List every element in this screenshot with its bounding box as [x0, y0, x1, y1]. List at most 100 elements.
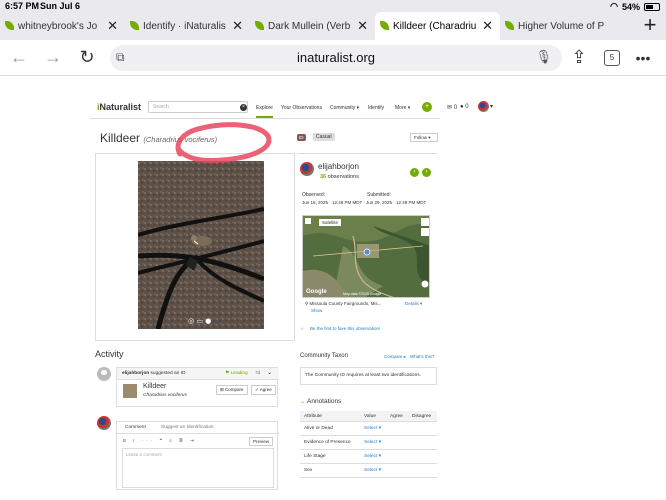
identification-menu-icon[interactable]: ⌄	[267, 369, 272, 376]
microphone-icon[interactable]: 🎙	[535, 49, 552, 65]
battery-percent: 54%	[621, 1, 640, 12]
annotations-heading[interactable]: Annotations	[307, 398, 341, 405]
fave-link[interactable]: Be the first to fave this observation!	[310, 326, 380, 331]
reload-icon[interactable]: ↻	[76, 47, 98, 68]
comment-textarea[interactable]: Leave a comment	[122, 448, 274, 488]
star-icon[interactable]: ☆	[300, 326, 304, 332]
nav-your-observations[interactable]: Your Observations	[281, 105, 322, 111]
annotation-row: Evidence of Presence Select ▾	[300, 436, 437, 450]
leading-label: Leading	[230, 371, 248, 376]
nav-more[interactable]: More ▾	[395, 105, 410, 111]
messages-icon[interactable]: ✉ 0	[447, 104, 457, 111]
inat-leaf-icon	[255, 21, 264, 30]
satellite-map-art	[303, 216, 429, 297]
battery-fill	[646, 4, 653, 9]
annotation-select[interactable]: Select ▾	[364, 454, 381, 459]
battery-icon	[644, 2, 660, 11]
forward-arrow-icon[interactable]: →	[42, 47, 64, 68]
taxon-common-name: Killdeer	[100, 131, 141, 145]
share-icon[interactable]: ⇪	[568, 47, 590, 68]
identification-taxon-common[interactable]: Killdeer	[143, 383, 166, 390]
identification-age: 7d	[255, 371, 261, 376]
address-bar[interactable]: ⧉ inaturalist.org 🎙	[110, 45, 562, 71]
annotation-select[interactable]: Select ▾	[364, 468, 381, 473]
annotation-select[interactable]: Select ▾	[364, 440, 381, 445]
close-tab-icon[interactable]: ✕	[107, 18, 118, 34]
tab-bar: whitneybrook's Jo ✕ Identify · iNaturali…	[0, 12, 666, 40]
annotation-select[interactable]: Select ▾	[364, 426, 381, 431]
annotation-row: Life Stage Select ▾	[300, 450, 437, 464]
tab-count-button[interactable]: 5	[604, 50, 620, 66]
tab-label: Higher Volume of P	[518, 20, 604, 32]
location-text: Missoula County Fairgrounds, Mis...	[309, 301, 382, 306]
annotations-table: Attribute Value Agree Disagree Alive or …	[300, 411, 437, 478]
messages-count: 0	[453, 105, 458, 111]
browser-tab-identify[interactable]: Identify · iNaturalis ✕	[125, 12, 250, 40]
status-date: Sun Jul 6	[40, 1, 81, 11]
follow-button[interactable]: Follow ▾	[410, 133, 438, 142]
new-tab-button[interactable]: +	[638, 14, 662, 38]
activity-user-avatar[interactable]	[97, 367, 111, 381]
identification-taxon-scientific: Charadrius vociferus	[143, 393, 187, 398]
browser-tab-higher-volume[interactable]: Higher Volume of P	[500, 12, 616, 40]
taxon-thumbnail[interactable]	[123, 384, 137, 398]
observation-map[interactable]: Satellite Google Map data ©2025 Google	[302, 215, 430, 298]
identification-card-header: elijahborjon suggested an ID ⚑ Leading 7…	[117, 368, 279, 380]
close-tab-icon[interactable]: ✕	[357, 18, 368, 34]
tab-suggest-identification[interactable]: Suggest an Identification	[161, 425, 214, 430]
tab-comment[interactable]: Comment	[125, 425, 146, 430]
value-header: Value	[364, 414, 376, 419]
killdeer-photo-art: ◎ ▭ ●	[138, 161, 264, 329]
annotations-toggle-icon[interactable]: ⌄	[300, 398, 305, 405]
nav-community[interactable]: Community ▾	[330, 105, 359, 111]
comment-placeholder: Leave a comment	[126, 452, 162, 457]
annotation-attribute: Sex	[304, 468, 313, 473]
agree-button[interactable]: ✓ Agree	[251, 385, 276, 395]
more-dots-icon[interactable]: •••	[632, 50, 654, 66]
formatting-toolbar[interactable]: B I ··· ❝ ≡ ≣ ⇥	[123, 438, 197, 444]
leading-badge: ⚑ Leading	[225, 371, 248, 376]
compare-button[interactable]: ⊞ Compare	[216, 385, 248, 395]
whats-this-link[interactable]: What's this?	[410, 354, 434, 359]
site-search-input[interactable]: Search	[148, 101, 248, 113]
preview-button[interactable]: Preview	[249, 437, 274, 446]
browser-tab-journal[interactable]: whitneybrook's Jo ✕	[0, 12, 125, 40]
user-avatar[interactable]	[300, 162, 314, 176]
annotation-attribute: Life Stage	[304, 454, 326, 459]
status-time: 6:57 PM	[5, 1, 40, 11]
photo-panel: ◎ ▭ ●	[95, 153, 295, 341]
back-arrow-icon[interactable]: ←	[8, 47, 30, 68]
red-annotation-circle	[175, 122, 272, 163]
clear-search-icon[interactable]: ×	[240, 104, 247, 111]
nav-explore[interactable]: Explore	[256, 105, 273, 118]
observer-name[interactable]: elijahborjon	[318, 162, 359, 171]
user-menu-chevron-icon[interactable]: ▾	[490, 103, 493, 110]
suggester-name[interactable]: elijahborjon	[122, 371, 149, 376]
inat-logo[interactable]: iNaturalist	[97, 102, 141, 112]
community-compare-link[interactable]: Compare ▸	[384, 354, 406, 360]
browser-tab-mullein[interactable]: Dark Mullein (Verb ✕	[250, 12, 375, 40]
inat-leaf-icon	[130, 21, 139, 30]
header-user-avatar[interactable]	[478, 101, 489, 112]
nav-identify[interactable]: Identify	[368, 105, 384, 111]
tab-label: whitneybrook's Jo	[18, 20, 98, 32]
observation-photo[interactable]: ◎ ▭ ●	[138, 161, 264, 329]
close-tab-icon[interactable]: ✕	[482, 18, 493, 34]
notifications-icon[interactable]: ● 0	[460, 104, 469, 110]
observer-observation-count[interactable]: 36 observations	[320, 174, 359, 180]
identification-suggestion: elijahborjon suggested an ID	[122, 371, 185, 376]
disagree-header: Disagree	[412, 414, 432, 419]
location-show-link[interactable]: Show	[311, 308, 322, 313]
map-type-dropdown[interactable]: Satellite	[319, 219, 342, 226]
add-observation-button[interactable]: +	[422, 102, 432, 112]
status-bar: 6:57 PM Sun Jul 6 ◠ 54%	[0, 0, 666, 12]
agree-header: Agree	[390, 414, 403, 419]
browser-tab-killdeer[interactable]: Killdeer (Charadriu ✕	[375, 12, 500, 40]
status-right: ◠ 54%	[610, 1, 660, 12]
observed-date: Jun 18, 2025 · 12:48 PM MDT	[302, 200, 363, 205]
next-observation-button[interactable]: ›	[422, 168, 431, 177]
close-tab-icon[interactable]: ✕	[232, 18, 243, 34]
location-details-link[interactable]: Details ▾	[405, 301, 422, 307]
previous-observation-button[interactable]: ‹	[410, 168, 419, 177]
activity-heading: Activity	[95, 349, 124, 359]
